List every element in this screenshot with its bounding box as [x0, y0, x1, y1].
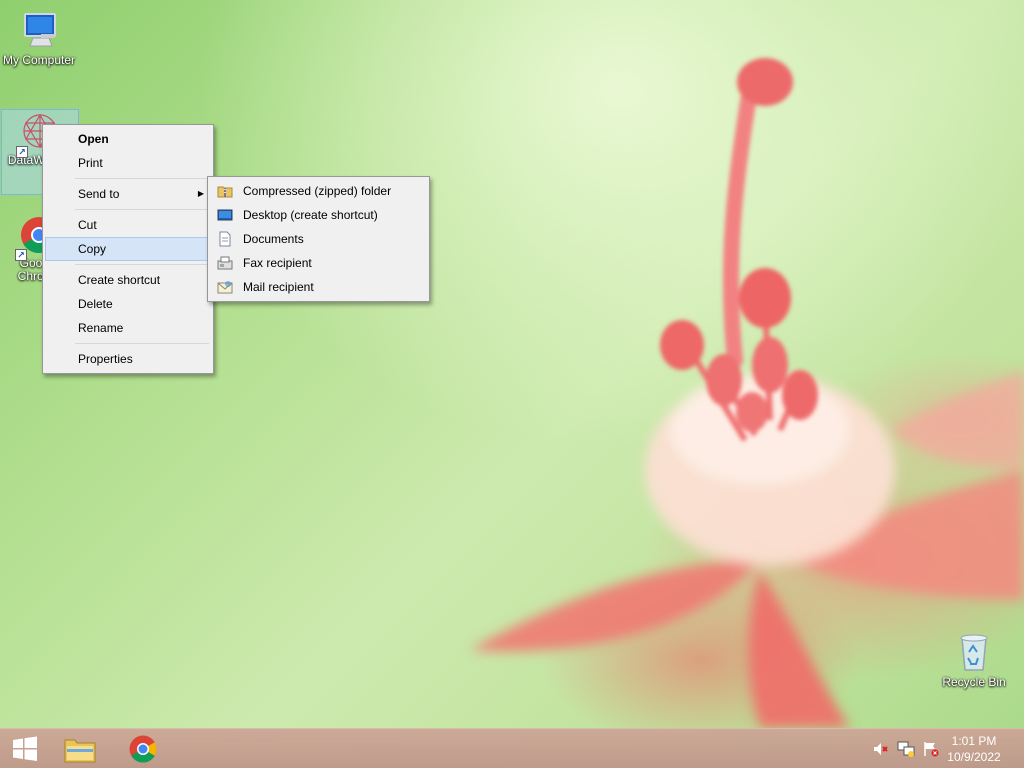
clock-time: 1:01 PM [951, 734, 997, 748]
shortcut-arrow-icon: ↗ [16, 146, 28, 158]
taskbar-google-chrome[interactable] [118, 729, 168, 768]
submenu-item-label: Compressed (zipped) folder [243, 184, 392, 198]
menu-item-label: Send to [78, 187, 120, 201]
submenu-item-documents[interactable]: Documents [210, 227, 427, 251]
submenu-item-label: Documents [243, 232, 304, 246]
computer-icon [24, 13, 56, 47]
action-center-flag-icon [924, 742, 939, 757]
submenu-item-fax-recipient[interactable]: Fax recipient [210, 251, 427, 275]
taskbar-clock[interactable]: 1:01 PM 10/9/2022 [938, 733, 1010, 765]
desktop-icon-recycle-bin[interactable]: Recycle Bin [936, 630, 1012, 689]
zip-folder-icon [217, 186, 233, 198]
file-explorer-icon [64, 739, 96, 763]
taskbar-file-explorer[interactable] [55, 729, 105, 768]
menu-item-rename[interactable]: Rename [45, 316, 211, 340]
fax-icon [217, 256, 233, 270]
desktop[interactable]: My Computer ↗ DataWarrior ↗ Google Chrom… [0, 0, 1024, 768]
menu-item-open[interactable]: Open [45, 127, 211, 151]
desktop-icon-label: Recycle Bin [942, 675, 1006, 689]
volume-muted-icon [874, 743, 888, 755]
document-icon [219, 231, 231, 247]
windows-logo-icon [13, 736, 37, 761]
clock-date: 10/9/2022 [947, 750, 1001, 764]
submenu-item-compressed-folder[interactable]: Compressed (zipped) folder [210, 179, 427, 203]
menu-separator [75, 209, 209, 210]
submenu-item-mail-recipient[interactable]: Mail recipient [210, 275, 427, 299]
submenu-item-label: Desktop (create shortcut) [243, 208, 378, 222]
chrome-icon [129, 735, 157, 763]
desktop-icon-label: My Computer [2, 53, 76, 67]
submenu-item-label: Fax recipient [243, 256, 312, 270]
tray-network[interactable] [894, 729, 918, 768]
menu-item-delete[interactable]: Delete [45, 292, 211, 316]
network-icon [897, 741, 915, 757]
context-menu: Open Print Send to ▶ Cut Copy Create sho… [42, 124, 214, 374]
desktop-icon [217, 209, 233, 221]
submenu-item-desktop-shortcut[interactable]: Desktop (create shortcut) [210, 203, 427, 227]
recycle-bin-icon [960, 634, 988, 671]
desktop-icon-my-computer[interactable]: My Computer [1, 8, 77, 67]
send-to-submenu: Compressed (zipped) folder Desktop (crea… [207, 176, 430, 302]
submenu-item-label: Mail recipient [243, 280, 314, 294]
menu-separator [75, 264, 209, 265]
mail-icon [217, 281, 233, 294]
menu-item-copy[interactable]: Copy [45, 237, 211, 261]
menu-separator [75, 343, 209, 344]
menu-item-cut[interactable]: Cut [45, 213, 211, 237]
menu-item-create-shortcut[interactable]: Create shortcut [45, 268, 211, 292]
taskbar: 1:01 PM 10/9/2022 [0, 728, 1024, 768]
shortcut-arrow-icon: ↗ [15, 249, 27, 261]
tray-volume[interactable] [870, 729, 892, 768]
start-button[interactable] [0, 729, 50, 768]
menu-item-print[interactable]: Print [45, 151, 211, 175]
submenu-arrow-icon: ▶ [197, 189, 204, 198]
menu-item-properties[interactable]: Properties [45, 347, 211, 371]
menu-separator [75, 178, 209, 179]
menu-item-send-to[interactable]: Send to ▶ [45, 182, 211, 206]
